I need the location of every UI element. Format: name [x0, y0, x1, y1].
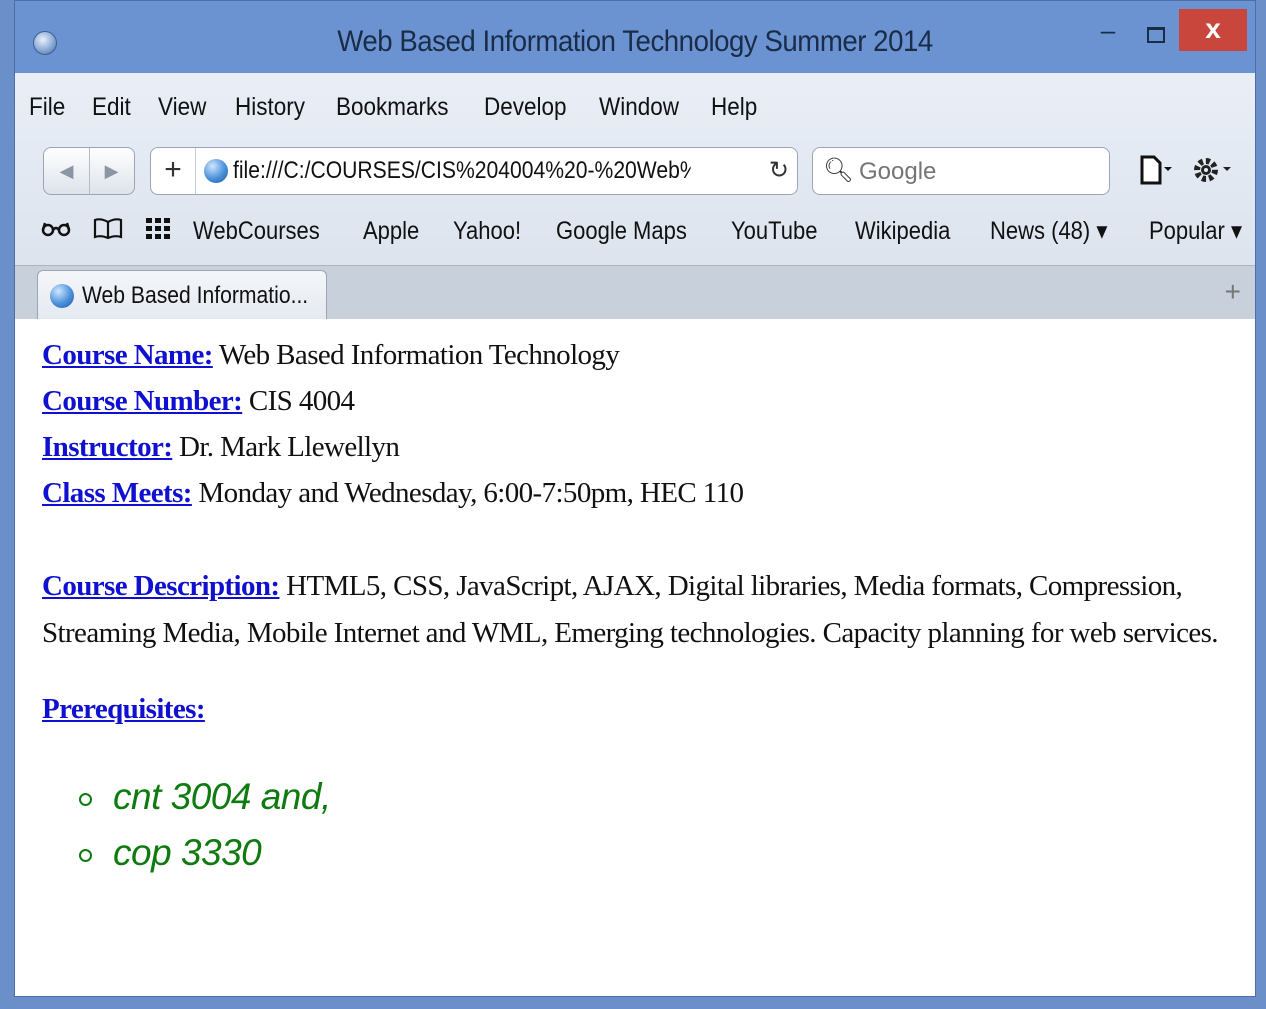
bookmark-news-folder[interactable]: News (48) ▾ [990, 216, 1107, 246]
tab-bar: Web Based Informatio... + [15, 265, 1255, 321]
course-description: Course Description: HTML5, CSS, JavaScri… [42, 563, 1222, 657]
forward-button[interactable]: ▶ [89, 148, 134, 194]
window-title: Web Based Information Technology Summer … [337, 25, 933, 58]
prerequisites-heading: Prerequisites: [42, 693, 205, 726]
menu-view[interactable]: View [158, 93, 206, 127]
prerequisites-list: cnt 3004 and, cop 3330 [75, 769, 331, 881]
browser-chrome: File Edit View History Bookmarks Develop… [15, 73, 1255, 321]
page-menu-button[interactable] [1139, 155, 1175, 192]
menu-window[interactable]: Window [599, 93, 679, 127]
course-number-link[interactable]: Course Number: [42, 385, 243, 417]
class-meets-line: Class Meets: Monday and Wednesday, 6:00-… [42, 477, 744, 510]
grid-icon[interactable] [145, 217, 171, 246]
browser-window: Web Based Information Technology Summer … [14, 0, 1256, 997]
title-bar[interactable]: Web Based Information Technology Summer … [15, 1, 1255, 73]
reload-button[interactable]: ↻ [769, 156, 789, 185]
bookmarks-bar: WebCourses Apple Yahoo! Google Maps YouT… [41, 213, 1266, 249]
tab-web-based-information[interactable]: Web Based Informatio... [37, 270, 327, 321]
page-icon [1140, 155, 1172, 185]
maximize-icon [1147, 27, 1165, 43]
search-input[interactable] [859, 158, 1089, 186]
navigation-toolbar: ◀ ▶ + file:///C:/COURSES/CIS%204004%20-%… [15, 147, 1255, 199]
browser-app-icon [33, 31, 57, 55]
settings-button[interactable] [1191, 153, 1235, 194]
bookmark-wikipedia[interactable]: Wikipedia [855, 217, 950, 246]
course-name-link[interactable]: Course Name: [42, 339, 213, 371]
bookmark-popular-folder[interactable]: Popular ▾ [1149, 216, 1242, 246]
menu-develop[interactable]: Develop [484, 93, 567, 127]
class-meets-link[interactable]: Class Meets: [42, 477, 192, 509]
search-icon[interactable]: 🔍︎ [823, 156, 853, 185]
open-book-icon[interactable] [93, 217, 123, 246]
course-name-value: Web Based Information Technology [212, 339, 620, 371]
instructor-link[interactable]: Instructor: [42, 431, 173, 463]
menu-file[interactable]: File [29, 93, 65, 127]
course-description-link[interactable]: Course Description: [42, 570, 280, 602]
globe-icon [50, 284, 74, 308]
instructor-line: Instructor: Dr. Mark Llewellyn [42, 431, 400, 464]
list-item: cnt 3004 and, [75, 769, 331, 825]
globe-icon [204, 159, 228, 183]
bookmark-youtube[interactable]: YouTube [731, 217, 817, 246]
url-text[interactable]: file:///C:/COURSES/CIS%204004%20-%20Web%… [233, 157, 691, 185]
back-button[interactable]: ◀ [44, 148, 90, 194]
menu-edit[interactable]: Edit [92, 93, 131, 127]
menu-bookmarks[interactable]: Bookmarks [336, 93, 449, 127]
course-name-line: Course Name: Web Based Information Techn… [42, 339, 620, 372]
bookmark-webcourses[interactable]: WebCourses [193, 217, 320, 246]
search-box[interactable]: 🔍︎ [812, 147, 1110, 195]
maximize-button[interactable] [1139, 11, 1173, 51]
add-bookmark-button[interactable]: + [151, 148, 196, 194]
bookmark-apple[interactable]: Apple [363, 217, 419, 246]
tab-label: Web Based Informatio... [82, 282, 309, 309]
list-item: cop 3330 [75, 825, 331, 881]
menu-history[interactable]: History [235, 93, 305, 127]
page-content: Course Name: Web Based Information Techn… [15, 319, 1255, 996]
menu-bar: File Edit View History Bookmarks Develop… [29, 93, 785, 127]
bookmark-yahoo[interactable]: Yahoo! [453, 217, 521, 246]
class-meets-value: Monday and Wednesday, 6:00-7:50pm, HEC 1… [191, 477, 744, 509]
menu-help[interactable]: Help [711, 93, 757, 127]
back-forward-group: ◀ ▶ [43, 147, 135, 195]
close-button[interactable]: x [1179, 9, 1247, 51]
gear-icon [1194, 158, 1231, 182]
bookmark-google-maps[interactable]: Google Maps [556, 217, 687, 246]
new-tab-button[interactable]: + [1225, 276, 1241, 308]
course-number-value: CIS 4004 [242, 385, 355, 417]
course-number-line: Course Number: CIS 4004 [42, 385, 355, 418]
instructor-value: Dr. Mark Llewellyn [172, 431, 400, 463]
minimize-button[interactable]: – [1091, 11, 1125, 51]
reading-glasses-icon[interactable] [41, 217, 71, 245]
prerequisites-link[interactable]: Prerequisites: [42, 693, 205, 725]
address-bar[interactable]: + file:///C:/COURSES/CIS%204004%20-%20We… [150, 147, 798, 195]
